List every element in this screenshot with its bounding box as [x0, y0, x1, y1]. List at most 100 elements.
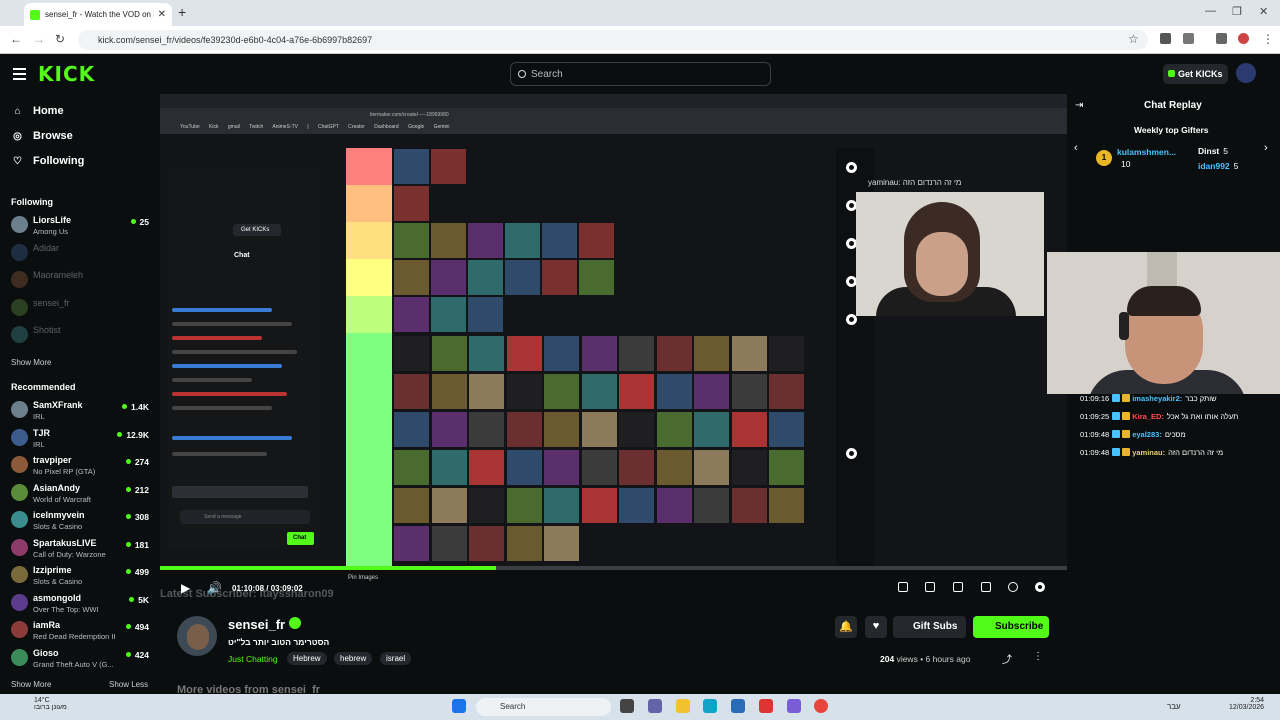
file-explorer-icon[interactable]	[676, 699, 690, 713]
sidebar-home[interactable]: ⌂ Home	[12, 105, 63, 117]
view-count: 204 views • 6 hours ago	[880, 654, 971, 664]
close-window-icon[interactable]: ✕	[1259, 5, 1268, 18]
weather-widget[interactable]: 14°C מעונן ברובו	[34, 697, 67, 711]
discord-icon[interactable]	[787, 699, 801, 713]
chat-username[interactable]: yaminau:	[1132, 448, 1165, 457]
sidebar-channel[interactable]: SamXFrank IRL 1.4K	[11, 399, 151, 425]
tier-tile	[394, 412, 429, 447]
chat-username[interactable]: imasheyakir2:	[1132, 394, 1182, 403]
search-input[interactable]: Search	[510, 62, 771, 86]
browser-tab[interactable]: sensei_fr - Watch the VOD on Kick ✕	[24, 3, 172, 26]
tier-tile	[394, 186, 429, 221]
url-field[interactable]: kick.com/sensei_fr/videos/fe39230d-e6b0-…	[78, 30, 1148, 50]
tier-tile	[506, 336, 542, 371]
video-player[interactable]: tiermaker.com/create/-----18969980 YouTu…	[160, 94, 1067, 567]
show-more-recommended[interactable]: Show More	[11, 680, 51, 689]
sidebar-channel[interactable]: Shotist	[11, 324, 151, 350]
tag[interactable]: israel	[380, 652, 412, 665]
language-indicator[interactable]: עבר	[1167, 702, 1181, 711]
settings-icon[interactable]	[1035, 582, 1045, 592]
user-avatar[interactable]	[1236, 63, 1256, 83]
notification-bell-button[interactable]: 🔔	[835, 616, 857, 638]
sidebar-channel[interactable]: icelnmyvein Slots & Casino 308	[11, 509, 151, 535]
tier-tile	[469, 336, 504, 371]
sidebar-channel[interactable]: travpiper No Pixel RP (GTA) 274	[11, 454, 151, 480]
sidebar-channel[interactable]: sensei_fr	[11, 297, 151, 323]
picture-in-picture-icon[interactable]	[898, 582, 908, 592]
sidebar-channel[interactable]: Gioso Grand Theft Auto V (G... 424	[11, 647, 151, 673]
edge-icon[interactable]	[703, 699, 717, 713]
sidebar-browse[interactable]: ◎ Browse	[12, 130, 73, 142]
sidebar-channel[interactable]: SpartakusLIVE Call of Duty: Warzone 181	[11, 537, 151, 563]
hamburger-menu-icon[interactable]	[13, 68, 26, 83]
close-tab-icon[interactable]: ✕	[158, 9, 166, 20]
channel-name: icelnmyvein	[33, 510, 85, 520]
share-icon[interactable]: ⤴	[1002, 651, 1012, 666]
sidebar-channel[interactable]: iamRa Red Dead Redemption II 494	[11, 619, 151, 645]
sidebar-channel[interactable]: Adidar	[11, 242, 151, 268]
follow-heart-button[interactable]: ♥	[865, 616, 887, 638]
new-tab-icon[interactable]: +	[178, 4, 186, 20]
channel-avatar	[11, 216, 28, 233]
extensions-puzzle-icon[interactable]	[1183, 33, 1194, 44]
sidebar-channel[interactable]: AsianAndy World of Warcraft 212	[11, 482, 151, 508]
chat-username[interactable]: Kira_ED:	[1132, 412, 1164, 421]
chevron-right-icon[interactable]: ›	[1264, 142, 1268, 154]
sidebar-channel[interactable]: Maorameleh	[11, 269, 151, 295]
theater-mode-icon[interactable]	[953, 582, 963, 592]
teams-icon[interactable]	[648, 699, 662, 713]
chat-replay-title: Chat Replay	[1144, 100, 1202, 111]
browser-menu-icon[interactable]: ⋮	[1262, 32, 1274, 46]
profile-avatar-icon[interactable]	[1238, 33, 1249, 44]
viewer-count: 274	[126, 457, 149, 467]
kick-logo[interactable]: KICK	[38, 62, 95, 86]
gift-badge-icon	[1122, 394, 1131, 402]
get-kicks-button[interactable]: Get KICKs	[1163, 64, 1228, 84]
volume-icon[interactable]: 🔊	[207, 581, 222, 595]
channel-name[interactable]: sensei_fr	[228, 617, 285, 632]
chrome-icon[interactable]	[814, 699, 828, 713]
channel-avatar[interactable]	[177, 616, 217, 656]
task-view-icon[interactable]	[620, 699, 634, 713]
show-more-following[interactable]: Show More	[11, 358, 51, 367]
extension-icon[interactable]	[1160, 33, 1171, 44]
sidebar-channel[interactable]: Izziprime Slots & Casino 499	[11, 564, 151, 590]
back-icon[interactable]: ←	[10, 32, 22, 46]
bookmark-star-icon[interactable]: ☆	[1128, 32, 1139, 46]
subscribe-button[interactable]: Subscribe	[973, 616, 1049, 638]
reload-icon[interactable]: ↻	[55, 32, 65, 46]
speed-icon[interactable]	[1008, 582, 1018, 592]
gear-icon	[846, 162, 857, 173]
sidebar-following[interactable]: ♡ Following	[12, 155, 84, 167]
collapse-chat-icon[interactable]: ⇥	[1075, 100, 1083, 111]
progress-bar[interactable]	[160, 566, 1067, 570]
sidebar-channel[interactable]: asmongold Over The Top: WWI 5K	[11, 592, 151, 618]
tag[interactable]: hebrew	[334, 652, 373, 665]
windows-start-icon[interactable]	[452, 699, 466, 713]
channel-category: Among Us	[33, 227, 69, 236]
facecam-overlay	[1047, 252, 1280, 394]
clock[interactable]: 2:54 12/03/2026	[1229, 697, 1264, 711]
channel-avatar	[11, 648, 28, 666]
tag[interactable]: Hebrew	[287, 652, 327, 665]
more-options-icon[interactable]: ⋮	[1033, 651, 1043, 662]
app-icon[interactable]	[759, 699, 773, 713]
forward-icon[interactable]: →	[33, 32, 45, 46]
chevron-left-icon[interactable]: ‹	[1074, 142, 1078, 154]
maximize-icon[interactable]: ❐	[1232, 5, 1242, 18]
taskbar-search[interactable]: Search	[476, 698, 611, 716]
show-less-recommended[interactable]: Show Less	[109, 680, 148, 689]
sidebar-channel[interactable]: TJR IRL 12.9K	[11, 427, 151, 453]
play-icon[interactable]: ▶	[181, 581, 190, 595]
sidebar-channel[interactable]: LiorsLife Among Us 25	[11, 214, 151, 240]
clip-icon[interactable]	[925, 582, 935, 592]
rank-badge: 1	[1096, 150, 1112, 166]
tier-tile	[544, 450, 579, 485]
store-icon[interactable]	[731, 699, 745, 713]
gift-subs-button[interactable]: Gift Subs	[893, 616, 966, 638]
fullscreen-icon[interactable]	[981, 582, 991, 592]
menu-extension-icon[interactable]	[1216, 33, 1227, 44]
category-link[interactable]: Just Chatting	[228, 654, 278, 664]
chat-username[interactable]: eyal283:	[1132, 430, 1162, 439]
minimize-icon[interactable]: —	[1205, 5, 1216, 17]
